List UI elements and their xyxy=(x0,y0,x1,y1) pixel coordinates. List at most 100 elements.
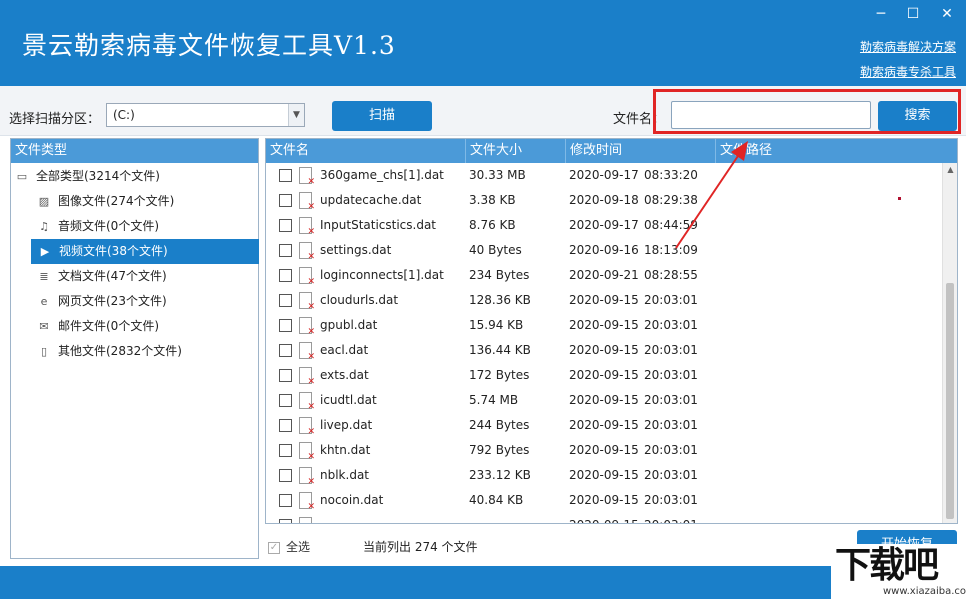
modified-date: 2020-09-18 xyxy=(569,193,639,207)
file-type-header: 文件类型 xyxy=(11,139,258,163)
file-size: 172 Bytes xyxy=(469,368,530,382)
title-bar: 景云勒索病毒文件恢复工具V1.3 ─ ☐ ✕ 勒索病毒解决方案 勒索病毒专杀工具 xyxy=(0,0,966,86)
table-row[interactable]: updatecache.dat 3.38 KB 2020-09-18 08:29:38 xyxy=(266,188,943,213)
scroll-up-icon[interactable]: ▲ xyxy=(943,163,957,177)
watermark: 下载吧 www.xiazaiba.com xyxy=(831,544,966,599)
table-row[interactable]: nblk.dat 233.12 KB 2020-09-15 20:03:01 xyxy=(266,463,943,488)
modified-time: 20:03:01 xyxy=(644,393,698,407)
file-name: settings.dat xyxy=(320,243,392,257)
scroll-thumb[interactable] xyxy=(946,283,954,519)
row-checkbox[interactable] xyxy=(279,269,292,282)
vertical-scrollbar[interactable]: ▲ xyxy=(942,163,957,523)
modified-date: 2020-09-15 xyxy=(569,393,639,407)
modified-time: 08:28:55 xyxy=(644,268,698,282)
file-size: 15.94 KB xyxy=(469,318,524,332)
row-checkbox[interactable] xyxy=(279,369,292,382)
tree-item-label: 视频文件(38个文件) xyxy=(59,244,168,258)
tree-item[interactable]: ▶ 视频文件(38个文件) xyxy=(31,239,259,264)
table-row[interactable]: icudtl.dat 5.74 MB 2020-09-15 20:03:01 xyxy=(266,388,943,413)
modified-time: 20:03:01 xyxy=(644,513,698,523)
table-row[interactable]: eacl.dat 136.44 KB 2020-09-15 20:03:01 xyxy=(266,338,943,363)
file-name: livep.dat xyxy=(320,418,373,432)
table-row[interactable]: ...... 2020-09-15 20:03:01 xyxy=(266,513,943,523)
tree-item[interactable]: ♫ 音频文件(0个文件) xyxy=(12,214,259,239)
row-checkbox[interactable] xyxy=(279,344,292,357)
tree-item-label: 图像文件(274个文件) xyxy=(58,194,175,208)
damaged-file-icon xyxy=(299,342,315,362)
row-checkbox[interactable] xyxy=(279,169,292,182)
row-checkbox[interactable] xyxy=(279,444,292,457)
table-row[interactable]: InputStaticstics.dat 8.76 KB 2020-09-17 08:… xyxy=(266,213,943,238)
search-button[interactable]: 搜索 xyxy=(878,101,957,131)
damaged-file-icon xyxy=(299,467,315,487)
modified-time: 20:03:01 xyxy=(644,468,698,482)
footer-bar xyxy=(0,566,966,599)
table-row[interactable]: settings.dat 40 Bytes 2020-09-16 18:13:09 xyxy=(266,238,943,263)
tree-item[interactable]: e 网页文件(23个文件) xyxy=(12,289,259,314)
tree-item[interactable]: ≣ 文档文件(47个文件) xyxy=(12,264,259,289)
file-size: 128.36 KB xyxy=(469,293,531,307)
select-all-checkbox[interactable]: ✓ 全选 xyxy=(268,538,310,555)
ransomware-solution-link[interactable]: 勒索病毒解决方案 xyxy=(860,38,956,55)
tree-item[interactable]: ▭ 全部类型(3214个文件) xyxy=(12,164,259,189)
chevron-down-icon[interactable]: ▼ xyxy=(288,104,304,126)
row-checkbox[interactable] xyxy=(279,419,292,432)
maximize-button[interactable]: ☐ xyxy=(902,4,924,24)
file-name: icudtl.dat xyxy=(320,393,377,407)
modified-time: 20:03:01 xyxy=(644,318,698,332)
modified-date: 2020-09-15 xyxy=(569,493,639,507)
scan-button[interactable]: 扫描 xyxy=(332,101,432,131)
table-row[interactable]: khtn.dat 792 Bytes 2020-09-15 20:03:01 xyxy=(266,438,943,463)
file-name: ... xyxy=(320,513,331,523)
damaged-file-icon xyxy=(299,217,315,237)
row-checkbox[interactable] xyxy=(279,494,292,507)
file-name: InputStaticstics.dat xyxy=(320,218,437,232)
modified-date: 2020-09-15 xyxy=(569,318,639,332)
table-row[interactable]: nocoin.dat 40.84 KB 2020-09-15 20:03:01 xyxy=(266,488,943,513)
modified-time: 20:03:01 xyxy=(644,443,698,457)
row-checkbox[interactable] xyxy=(279,319,292,332)
damaged-file-icon xyxy=(299,192,315,212)
watermark-url: www.xiazaiba.com xyxy=(883,586,966,597)
damaged-file-icon xyxy=(299,417,315,437)
file-name: gpubl.dat xyxy=(320,318,378,332)
ransomware-removal-tool-link[interactable]: 勒索病毒专杀工具 xyxy=(860,63,956,80)
partition-label: 选择扫描分区： xyxy=(9,112,101,127)
table-row[interactable]: cloudurls.dat 128.36 KB 2020-09-15 20:03:01 xyxy=(266,288,943,313)
minimize-button[interactable]: ─ xyxy=(870,4,892,24)
row-checkbox[interactable] xyxy=(279,219,292,232)
status-text: 当前列出 274 个文件 xyxy=(363,540,478,554)
table-row[interactable]: livep.dat 244 Bytes 2020-09-15 20:03:01 xyxy=(266,413,943,438)
table-row[interactable]: exts.dat 172 Bytes 2020-09-15 20:03:01 xyxy=(266,363,943,388)
file-size: 3.38 KB xyxy=(469,193,516,207)
column-header-size[interactable]: 文件大小 xyxy=(466,139,566,163)
app-title: 景云勒索病毒文件恢复工具V1.3 xyxy=(22,31,396,60)
modified-time: 20:03:01 xyxy=(644,493,698,507)
table-row[interactable]: gpubl.dat 15.94 KB 2020-09-15 20:03:01 xyxy=(266,313,943,338)
tree-item[interactable]: ▯ 其他文件(2832个文件) xyxy=(12,339,259,364)
row-checkbox[interactable] xyxy=(279,294,292,307)
file-name: updatecache.dat xyxy=(320,193,422,207)
table-header: 文件名 文件大小 修改时间 文件路径 xyxy=(266,139,957,163)
row-checkbox[interactable] xyxy=(279,394,292,407)
row-checkbox[interactable] xyxy=(279,194,292,207)
column-header-modified[interactable]: 修改时间 xyxy=(566,139,716,163)
file-size: 40.84 KB xyxy=(469,493,524,507)
search-input[interactable] xyxy=(671,101,871,129)
table-row[interactable]: 360game_chs[1].dat 30.33 MB 2020-09-17 08:3… xyxy=(266,163,943,188)
column-header-name[interactable]: 文件名 xyxy=(266,139,466,163)
file-size: ... xyxy=(469,513,480,523)
close-button[interactable]: ✕ xyxy=(936,4,958,24)
other-file-icon: ▯ xyxy=(40,344,48,358)
tree-item[interactable]: ▨ 图像文件(274个文件) xyxy=(12,189,259,214)
column-header-path[interactable]: 文件路径 xyxy=(716,139,943,163)
row-checkbox[interactable] xyxy=(279,519,292,523)
partition-select[interactable]: (C:) ▼ xyxy=(106,103,305,127)
tree-item[interactable]: ✉ 邮件文件(0个文件) xyxy=(12,314,259,339)
modified-time: 08:44:59 xyxy=(644,218,698,232)
row-checkbox[interactable] xyxy=(279,244,292,257)
table-row[interactable]: loginconnects[1].dat 234 Bytes 2020-09-21 0… xyxy=(266,263,943,288)
damaged-file-icon xyxy=(299,167,315,187)
modified-time: 20:03:01 xyxy=(644,418,698,432)
row-checkbox[interactable] xyxy=(279,469,292,482)
